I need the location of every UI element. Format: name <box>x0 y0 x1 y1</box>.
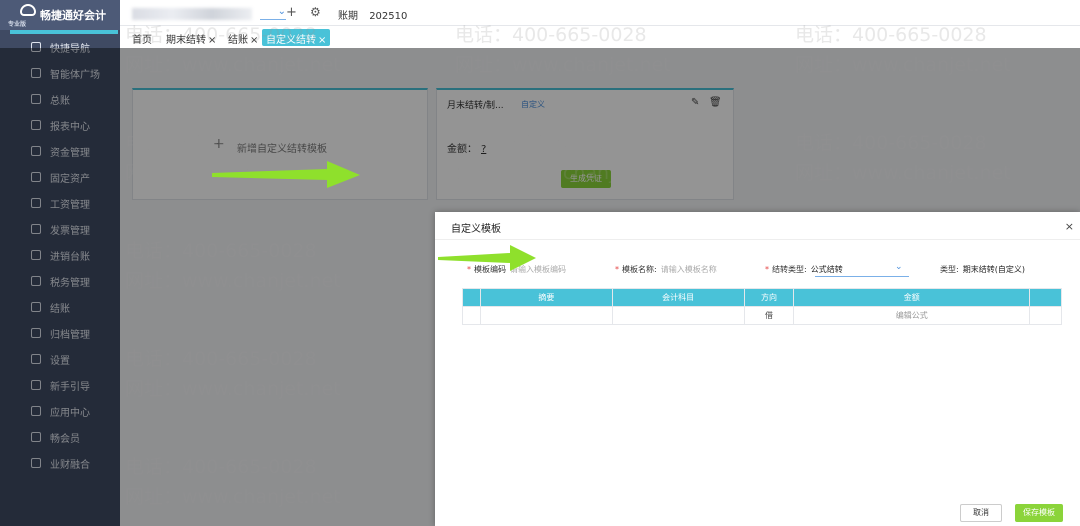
required-mark: * <box>765 265 769 274</box>
tab-label: 结账 <box>228 35 248 46</box>
period-value: 202510 <box>369 11 408 22</box>
tab-bar: 首页 期末结转 × 结账 × 自定义结转 × <box>120 26 1080 48</box>
summary-cell[interactable] <box>479 306 613 325</box>
arrow-annotation-icon <box>212 161 360 188</box>
column-header: 方向 <box>743 288 795 307</box>
period-display: 账期 202510 <box>338 7 407 22</box>
account-cell[interactable] <box>611 306 745 325</box>
close-icon[interactable]: × <box>318 35 326 46</box>
template-kind-field: 类型: 期末结转(自定义) <box>940 264 1025 275</box>
cloud-logo-icon <box>20 4 36 16</box>
chevron-down-icon[interactable]: ⌄ <box>260 6 286 20</box>
column-header <box>462 288 481 307</box>
required-mark: * <box>615 265 619 274</box>
field-label: 模板名称: <box>622 265 657 274</box>
close-icon[interactable]: × <box>208 35 216 46</box>
carryover-type-field[interactable]: * 结转类型: 公式结转 <box>765 264 843 275</box>
table-header-row: 摘要 会计科目 方向 金额 <box>462 288 1062 307</box>
cancel-button[interactable]: 取消 <box>960 504 1002 522</box>
save-template-button[interactable]: 保存模板 <box>1015 504 1063 522</box>
field-label: 类型: <box>940 265 959 274</box>
select-underline <box>815 276 909 277</box>
close-icon[interactable]: × <box>1065 220 1074 233</box>
gear-icon[interactable]: ⚙ <box>310 5 321 19</box>
tab-custom-carryover[interactable]: 自定义结转 × <box>262 29 331 46</box>
tab-period-end-carryover[interactable]: 期末结转 × <box>162 29 220 46</box>
row-index-cell <box>462 306 481 325</box>
plus-icon[interactable]: + <box>286 5 297 20</box>
direction-cell[interactable]: 借 <box>743 306 795 325</box>
top-bar: ⌄ + ⚙ 账期 202510 <box>120 0 1080 26</box>
tab-close-books[interactable]: 结账 × <box>224 29 262 46</box>
brand-name: 畅捷通好会计 <box>40 9 106 22</box>
field-label: 结转类型: <box>772 265 807 274</box>
tab-label: 首页 <box>132 35 152 46</box>
template-kind-value: 期末结转(自定义) <box>962 265 1025 274</box>
tab-label: 期末结转 <box>166 35 206 46</box>
dialog-title: 自定义模板 <box>451 224 501 235</box>
brand: 畅捷通好会计 专业版 <box>0 0 120 30</box>
account-selector-blurred[interactable] <box>132 8 252 20</box>
dialog-header: 自定义模板 × <box>435 212 1080 240</box>
row-action-cell <box>1029 306 1062 325</box>
edit-formula-cell[interactable]: 编辑公式 <box>793 306 1031 325</box>
brand-edition: 专业版 <box>8 21 27 28</box>
column-header: 金额 <box>793 288 1031 307</box>
period-label: 账期 <box>338 11 358 22</box>
column-header: 会计科目 <box>611 288 745 307</box>
template-name-field[interactable]: * 模板名称: 请输入模板名称 <box>615 264 717 275</box>
arrow-annotation-icon <box>438 245 536 271</box>
column-header: 摘要 <box>479 288 613 307</box>
column-header <box>1029 288 1062 307</box>
tab-label: 自定义结转 <box>266 35 316 46</box>
entry-table: 摘要 会计科目 方向 金额 借 编辑公式 <box>462 288 1062 325</box>
table-row: 借 编辑公式 <box>462 306 1062 325</box>
chevron-down-icon[interactable]: ⌄ <box>895 262 903 272</box>
tab-home[interactable]: 首页 <box>128 29 156 46</box>
carryover-type-select[interactable]: 公式结转 <box>811 265 843 274</box>
close-icon[interactable]: × <box>250 35 258 46</box>
template-name-input[interactable]: 请输入模板名称 <box>661 265 717 274</box>
